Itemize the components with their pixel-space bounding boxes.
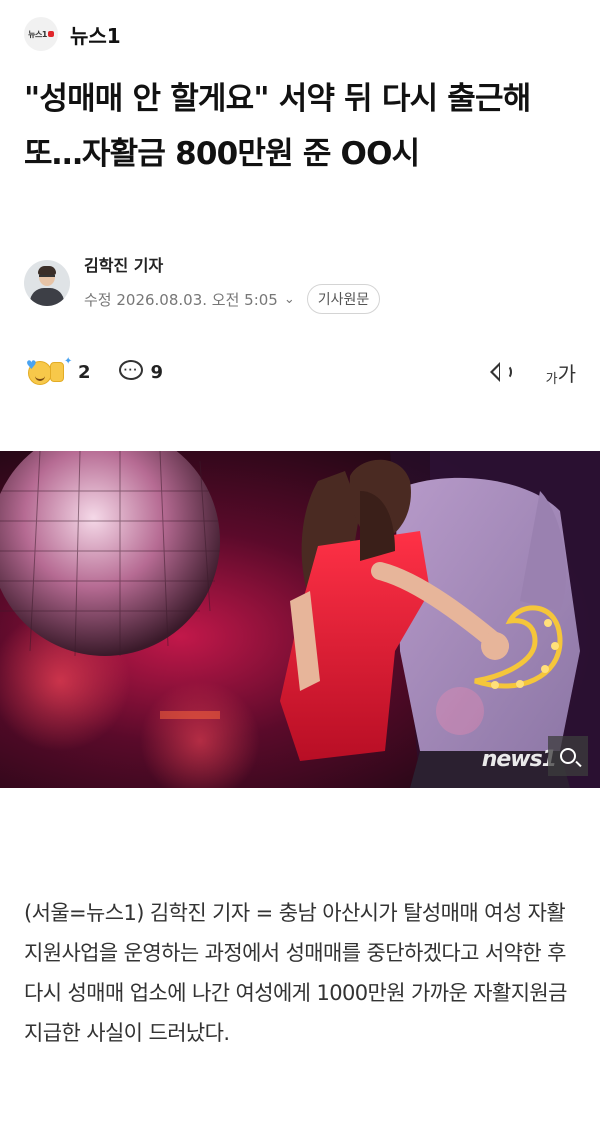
font-size-small-label: 가 (545, 371, 558, 387)
reporter-avatar[interactable] (24, 260, 70, 306)
reporter-name[interactable]: 김학진 기자 (84, 252, 380, 276)
reaction-count[interactable]: 2 (78, 362, 91, 383)
font-size-button[interactable]: 가 가 (546, 358, 576, 387)
press-logo-text: 뉴스1 (28, 29, 47, 39)
original-article-button[interactable]: 기사원문 (306, 284, 381, 314)
article-body-paragraph: (서울=뉴스1) 김학진 기자 = 충남 아산시가 탈성매매 여성 자활지원사업… (24, 901, 567, 1045)
comment-count[interactable]: 9 (151, 362, 164, 383)
reaction-emoji-icon[interactable]: ♥ ✦ (24, 356, 72, 388)
article-action-bar: ♥ ✦ 2 ··· 9 가 가 (24, 354, 576, 390)
article-headline: "성매매 안 할게요" 서약 뒤 다시 출근해 또…자활금 800만원 준 OO… (24, 81, 531, 172)
press-name[interactable]: 뉴스1 (70, 20, 121, 49)
article-illustration[interactable]: news1 (0, 451, 600, 788)
byline: 김학진 기자 수정 2026.08.03. 오전 5:05 ⌄ 기사원문 (24, 252, 381, 314)
edit-date[interactable]: 수정 2026.08.03. 오전 5:05 (84, 289, 278, 310)
illustration-graphic (0, 451, 600, 788)
press-header[interactable]: 뉴스1 뉴스1 (24, 16, 121, 52)
speaker-icon[interactable] (484, 360, 514, 384)
image-watermark: news1 (481, 747, 557, 772)
comment-icon[interactable]: ··· (118, 360, 145, 384)
logo-mark-icon (47, 31, 54, 37)
image-zoom-button[interactable] (548, 736, 588, 776)
zoom-icon (560, 748, 576, 764)
press-logo[interactable]: 뉴스1 (24, 17, 58, 51)
font-size-big-label: 가 (557, 361, 576, 386)
chevron-down-icon[interactable]: ⌄ (284, 292, 295, 307)
